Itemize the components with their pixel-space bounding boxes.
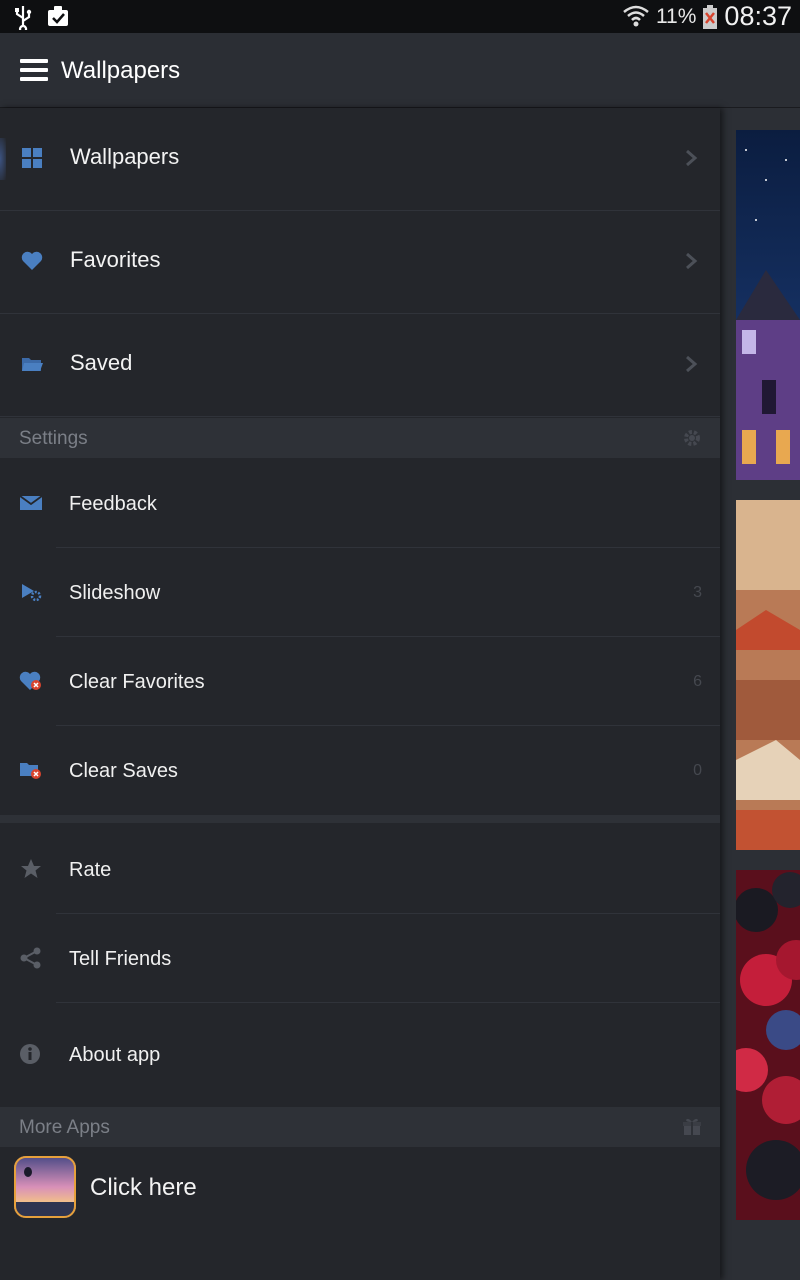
nav-item-saved[interactable]: Saved — [0, 314, 720, 417]
item-count: 3 — [693, 584, 702, 601]
slideshow-icon — [22, 584, 42, 602]
chevron-right-icon — [686, 149, 698, 167]
grid-icon — [22, 148, 42, 168]
rate-label: Rate — [69, 859, 112, 881]
more-apps-section-header: More Apps — [0, 1107, 720, 1147]
about-app-item[interactable]: About app — [0, 1010, 720, 1099]
wallpaper-grid — [720, 108, 800, 1280]
more-apps-promo[interactable]: Click here — [0, 1148, 720, 1238]
gear-icon — [684, 430, 700, 446]
nav-item-wallpapers[interactable]: Wallpapers — [0, 108, 720, 211]
clear-favorites-label: Clear Favorites — [69, 671, 205, 693]
share-icon — [20, 947, 41, 969]
status-bar: 11% 08:37 — [0, 0, 800, 33]
item-count: 0 — [693, 762, 702, 779]
feedback-label: Feedback — [69, 493, 157, 515]
chevron-right-icon — [686, 355, 698, 373]
wifi-icon — [623, 5, 649, 26]
envelope-icon — [19, 495, 43, 510]
group-divider — [0, 815, 720, 823]
slideshow-item[interactable]: Slideshow 3 — [0, 548, 720, 637]
gift-icon — [683, 1118, 701, 1135]
clear-saves-label: Clear Saves — [69, 760, 178, 782]
chevron-right-icon — [686, 252, 698, 270]
wallpaper-thumbnail[interactable] — [736, 500, 800, 850]
slideshow-label: Slideshow — [69, 582, 161, 604]
clock: 08:37 — [724, 1, 792, 31]
folder-remove-icon — [20, 763, 41, 779]
action-bar: Wallpapers — [0, 33, 800, 109]
nav-item-favorites[interactable]: Favorites — [0, 211, 720, 314]
hamburger-menu-icon[interactable] — [20, 59, 48, 81]
section-title: Settings — [19, 428, 88, 449]
page-title: Wallpapers — [61, 57, 181, 84]
nav-item-label: Favorites — [70, 247, 161, 272]
promo-app-icon — [14, 1156, 76, 1218]
tell-friends-label: Tell Friends — [69, 948, 172, 970]
star-icon — [21, 859, 41, 878]
wallpaper-thumbnail[interactable] — [736, 870, 800, 1220]
nav-item-label: Saved — [70, 350, 133, 375]
info-icon — [20, 1044, 40, 1064]
tell-friends-item[interactable]: Tell Friends — [0, 914, 720, 1003]
wallpaper-thumbnail[interactable] — [736, 130, 800, 480]
folder-icon — [22, 358, 43, 371]
promo-label: Click here — [90, 1174, 197, 1201]
heart-remove-icon — [19, 671, 41, 690]
section-title: More Apps — [19, 1117, 110, 1138]
battery-percent: 11% — [655, 4, 697, 28]
clear-saves-item[interactable]: Clear Saves 0 — [0, 726, 720, 815]
clipboard-check-icon — [48, 6, 68, 26]
item-count: 6 — [693, 673, 702, 690]
nav-item-label: Wallpapers — [70, 144, 180, 169]
heart-icon — [21, 251, 43, 270]
feedback-item[interactable]: Feedback — [0, 459, 720, 548]
settings-section-header: Settings — [0, 418, 720, 458]
navigation-drawer: Wallpapers Favorites Saved Settings Feed… — [0, 108, 720, 1280]
rate-item[interactable]: Rate — [0, 825, 720, 914]
clear-favorites-item[interactable]: Clear Favorites 6 — [0, 637, 720, 726]
about-app-label: About app — [69, 1044, 161, 1066]
usb-icon — [15, 6, 32, 30]
battery-icon — [703, 4, 718, 29]
